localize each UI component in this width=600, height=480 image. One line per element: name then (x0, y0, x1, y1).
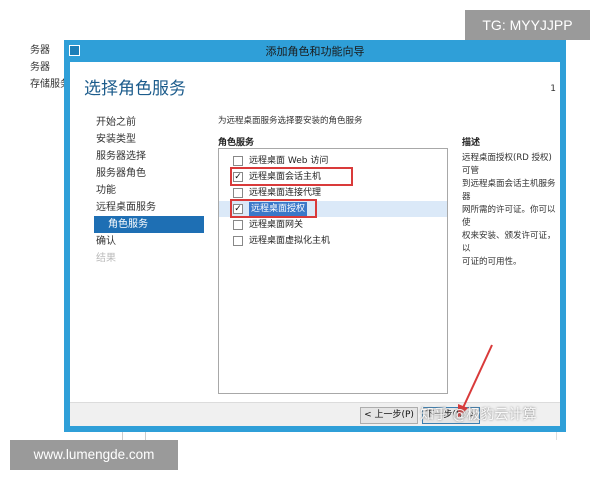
screenshot: 务器 务器 存储服务 TG: MYYJJPP 添加角色和功能向导 选择角色服务 … (0, 0, 600, 480)
watermark-zhihu: 知乎 @极豹云计算 (420, 407, 537, 423)
arrow-shaft (461, 344, 493, 411)
watermark-bottom: www.lumengde.com (10, 440, 178, 470)
